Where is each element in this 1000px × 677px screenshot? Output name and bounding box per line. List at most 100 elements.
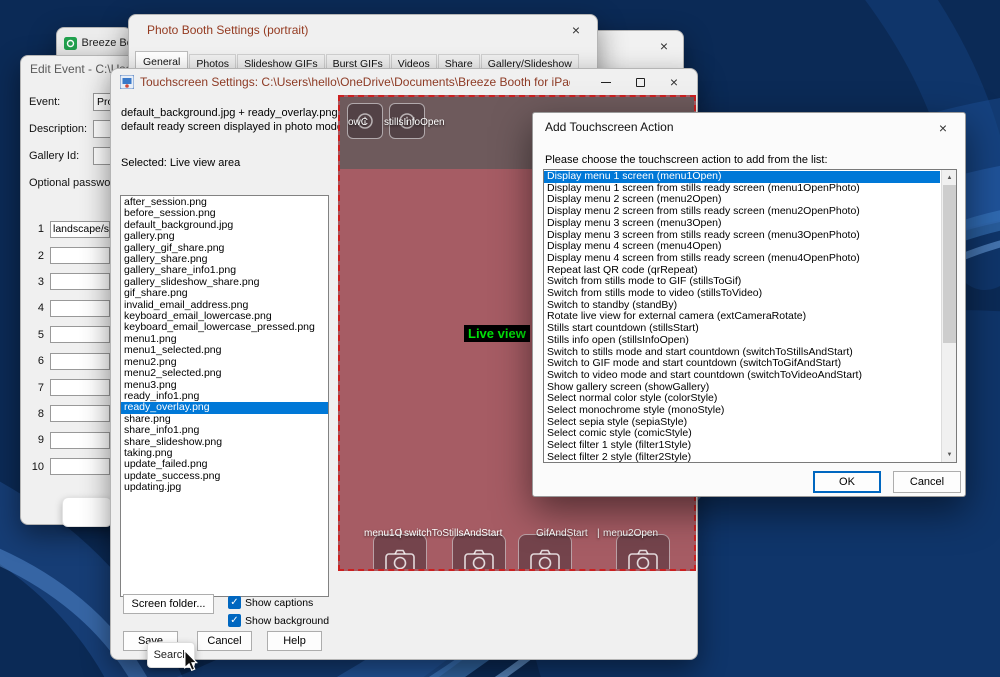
row-number: 2 [29, 250, 44, 262]
cancel-button[interactable]: Cancel [893, 471, 961, 493]
file-list-item[interactable]: gif_share.png [121, 288, 328, 299]
show-background-row: ✓ Show background [228, 614, 329, 627]
scrollbar-thumb[interactable] [943, 185, 956, 343]
action-list-item[interactable]: Select monochrome style (monoStyle) [544, 405, 940, 417]
maximize-button[interactable] [623, 69, 657, 95]
description-label: Description: [29, 123, 87, 135]
dialog-title: Add Touchscreen Action [545, 120, 674, 134]
screen-row: 5 [29, 322, 110, 348]
close-button[interactable]: × [931, 118, 955, 138]
screen-row: 3 [29, 269, 110, 295]
password-label: Optional password [29, 177, 120, 189]
close-button[interactable]: × [563, 20, 589, 40]
preview-camera-button-4[interactable] [616, 534, 670, 571]
preview-caption: GifAndStart [536, 528, 588, 539]
dialog-prompt: Please choose the touchscreen action to … [545, 154, 828, 166]
cancel-button[interactable]: Cancel [197, 631, 252, 651]
close-button[interactable]: × [651, 36, 677, 56]
row-value-input[interactable] [50, 405, 110, 422]
preview-camera-button-1[interactable] [373, 534, 427, 571]
row-value-input[interactable]: landscape/sett [50, 221, 110, 238]
row-number: 9 [29, 434, 44, 446]
desktop: Breeze Bo × Edit Event - C:\Users Event:… [0, 0, 1000, 677]
app-icon [120, 75, 134, 89]
row-value-input[interactable] [50, 353, 110, 370]
window-title: Breeze Bo [82, 37, 131, 49]
info-line-1: default_background.jpg + ready_overlay.p… [121, 107, 341, 119]
show-captions-row: ✓ Show captions [228, 596, 313, 609]
action-list-item[interactable]: Display menu 1 screen (menu1Open) [544, 171, 940, 183]
row-number: 3 [29, 276, 44, 288]
help-button[interactable]: Help [267, 631, 322, 651]
screen-row: 9 [29, 427, 110, 453]
camera-icon [385, 549, 415, 571]
ok-button[interactable]: OK [813, 471, 881, 493]
scroll-up-icon[interactable]: ▲ [942, 170, 957, 185]
breeze-titlebar: Breeze Bo [57, 28, 131, 58]
file-list-item[interactable]: menu2_selected.png [121, 368, 328, 379]
action-list-item[interactable]: Switch from stills mode to video (stills… [544, 288, 940, 300]
row-number: 7 [29, 382, 44, 394]
row-number: 10 [29, 461, 44, 473]
row-value-input[interactable] [50, 379, 110, 396]
file-list-item[interactable]: ready_overlay.png [121, 402, 328, 413]
live-view-area-label[interactable]: Live view [464, 325, 530, 342]
checkbox-label: Show captions [245, 597, 313, 609]
screen-list: 1 landscape/sett 2 3 4 5 6 7 8 [29, 216, 110, 480]
scroll-down-icon[interactable]: ▼ [942, 447, 957, 462]
row-number: 6 [29, 355, 44, 367]
camera-icon [464, 549, 494, 571]
mouse-cursor [183, 650, 199, 672]
row-value-input[interactable] [50, 326, 110, 343]
screen-row: 10 [29, 454, 110, 480]
action-list-item[interactable]: Stills info open (stillsInfoOpen) [544, 335, 940, 347]
action-list-item[interactable]: Display menu 3 screen (menu3Open) [544, 218, 940, 230]
screen-file-list: after_session.pngbefore_session.pngdefau… [120, 195, 329, 597]
window-fragment-behind: × [592, 30, 684, 72]
window-title: Touchscreen Settings: C:\Users\hello\One… [140, 75, 570, 89]
row-value-input[interactable] [50, 300, 110, 317]
close-button[interactable]: × [657, 69, 691, 95]
action-list-item[interactable]: Select filter 2 style (filter2Style) [544, 452, 940, 463]
action-list-item[interactable]: Display menu 4 screen from stills ready … [544, 253, 940, 265]
minimize-button[interactable] [589, 69, 623, 95]
checkbox-label: Show background [245, 615, 329, 627]
screen-row: 8 [29, 401, 110, 427]
caption-separator: | [597, 528, 600, 539]
window-breeze-booth-fragment: Breeze Bo [56, 27, 132, 57]
preview-caption: menu2Open [603, 528, 658, 539]
preview-caption: switchToStillsAndStart [404, 528, 502, 539]
camera-icon [628, 549, 658, 571]
screen-folder-button[interactable]: Screen folder... [123, 594, 214, 614]
file-list-item[interactable]: updating.jpg [121, 482, 328, 493]
preview-caption: owC [348, 117, 368, 128]
breeze-app-icon [64, 37, 77, 50]
action-list: ▲ ▼ Display menu 1 screen (menu1Open) Dis… [543, 169, 957, 463]
scrollbar[interactable]: ▲ ▼ [941, 170, 956, 462]
action-list-item[interactable]: Switch to video mode and start countdown… [544, 370, 940, 382]
caption-separator: | [399, 528, 402, 539]
selected-area-label: Selected: Live view area [121, 157, 240, 169]
info-line-2: default ready screen displayed in photo … [121, 121, 343, 133]
screen-row: 1 landscape/sett [29, 216, 110, 242]
minimize-icon [601, 82, 611, 83]
screen-row: 6 [29, 348, 110, 374]
screen-row: 2 [29, 242, 110, 268]
checkbox-checked-icon[interactable]: ✓ [228, 596, 241, 609]
file-list-item[interactable]: share_info1.png [121, 425, 328, 436]
row-value-input[interactable] [50, 458, 110, 475]
preview-caption: menu1O [364, 528, 402, 539]
preview-camera-button-3[interactable] [518, 534, 572, 571]
screen-row: 4 [29, 295, 110, 321]
row-number: 4 [29, 302, 44, 314]
row-value-input[interactable] [50, 273, 110, 290]
preview-camera-button-2[interactable] [452, 534, 506, 571]
row-value-input[interactable] [50, 247, 110, 264]
row-value-input[interactable] [50, 432, 110, 449]
window-controls: × [589, 69, 691, 95]
row-number: 5 [29, 329, 44, 341]
row-number: 8 [29, 408, 44, 420]
checkbox-checked-icon[interactable]: ✓ [228, 614, 241, 627]
file-list-item[interactable]: gallery.png [121, 231, 328, 242]
file-list-item[interactable]: menu1_selected.png [121, 345, 328, 356]
